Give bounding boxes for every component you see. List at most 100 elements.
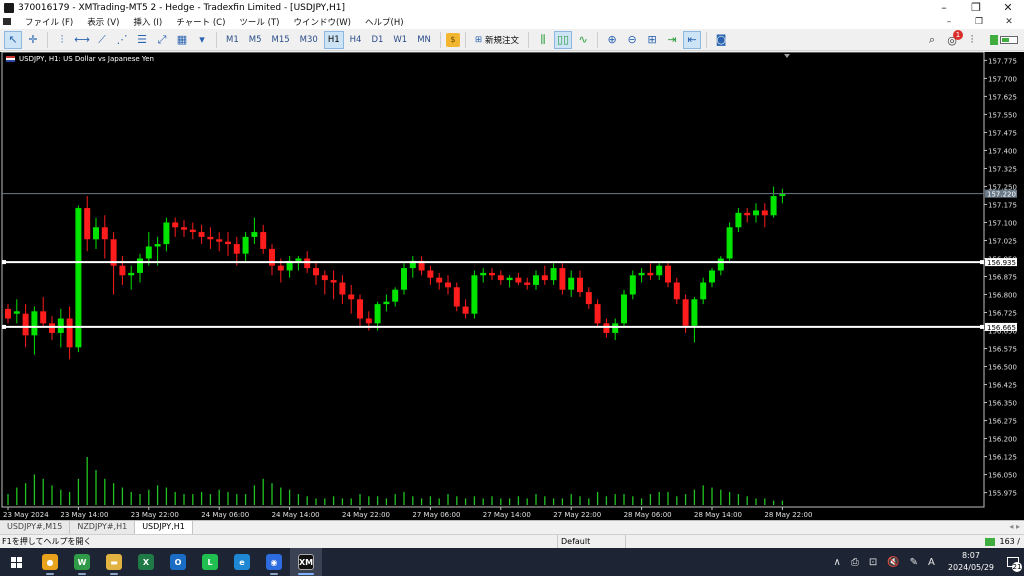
menu-bar: ファイル (F) 表示 (V) 挿入 (I) チャート (C) ツール (T) … bbox=[0, 15, 1024, 29]
tray-overflow-icon[interactable]: ∧ bbox=[828, 557, 845, 568]
ime-indicator[interactable]: A bbox=[923, 557, 940, 568]
fibonacci-icon[interactable]: ☰ bbox=[133, 31, 151, 49]
connection-icon bbox=[985, 537, 996, 546]
timeframe-m15[interactable]: M15 bbox=[268, 31, 294, 49]
menu-window[interactable]: ウインドウ(W) bbox=[286, 16, 358, 28]
candle-body bbox=[321, 275, 328, 281]
restore-button[interactable]: ❐ bbox=[960, 0, 992, 15]
timeframe-mn[interactable]: MN bbox=[413, 31, 435, 49]
notifications-icon[interactable]: ◎ 1 bbox=[943, 30, 963, 49]
zoom-out-icon[interactable]: ⊖ bbox=[623, 31, 641, 49]
timeframe-h1[interactable]: H1 bbox=[323, 30, 344, 49]
candle-body bbox=[119, 265, 126, 276]
candle-body bbox=[216, 239, 223, 242]
chrome-icon: ● bbox=[42, 554, 58, 570]
menu-view[interactable]: 表示 (V) bbox=[80, 16, 126, 28]
chart-close-button[interactable]: ✕ bbox=[994, 17, 1024, 27]
candle-body bbox=[295, 258, 302, 261]
candle-body bbox=[401, 268, 407, 290]
taskbar-app-explorer[interactable]: ▬ bbox=[98, 548, 130, 576]
horizontal-line-icon[interactable]: ⟷ bbox=[73, 31, 91, 49]
candlestick-chart-svg[interactable]: 157.775 157.700 157.625 157.550 157.475 157.4… bbox=[0, 52, 1024, 520]
chart-minimize-button[interactable]: – bbox=[934, 17, 964, 27]
timeframe-h4[interactable]: H4 bbox=[346, 31, 366, 49]
new-order-icon: ⊞ bbox=[474, 34, 483, 45]
app-menu-icon[interactable] bbox=[2, 17, 14, 27]
network-icon[interactable]: ⊡ bbox=[864, 557, 882, 568]
taskbar-app-chrome[interactable]: ● bbox=[34, 548, 66, 576]
level-handle-left bbox=[2, 324, 6, 329]
candle-body bbox=[612, 323, 619, 333]
candle-body bbox=[181, 227, 187, 230]
tile-windows-icon[interactable]: ⊞ bbox=[643, 31, 661, 49]
crosshair-tool-icon[interactable]: ✛ bbox=[24, 31, 42, 49]
explorer-icon: ▬ bbox=[106, 554, 122, 570]
chart-symbol-label: USDJPY, H1: US Dollar vs Japanese Yen bbox=[6, 55, 154, 63]
clock-time: 8:07 bbox=[961, 551, 980, 560]
chart-restore-button[interactable]: ❐ bbox=[964, 17, 994, 27]
candle-body bbox=[753, 210, 759, 216]
trendline-icon[interactable]: ⟋ bbox=[93, 31, 111, 49]
timeframe-w1[interactable]: W1 bbox=[389, 31, 411, 49]
us-flag-icon bbox=[6, 56, 15, 62]
candle-body bbox=[709, 270, 715, 283]
chart-shift-icon[interactable]: ⇤ bbox=[683, 30, 702, 49]
screenshot-icon[interactable]: ◙ bbox=[712, 31, 730, 49]
fibonacci-fan-icon[interactable]: ⤢ bbox=[153, 31, 171, 49]
tabs-scroll-icon[interactable]: ◂ ▸ bbox=[1009, 522, 1020, 531]
bar-chart-icon[interactable]: ⫼ bbox=[534, 31, 552, 49]
tab-usdjpy-h1[interactable]: USDJPY,H1 bbox=[135, 521, 193, 534]
taskbar-app-line[interactable]: L bbox=[194, 548, 226, 576]
price-tick-label: 157.400 bbox=[988, 147, 1017, 155]
timeframe-m30[interactable]: M30 bbox=[296, 31, 322, 49]
device-icon[interactable]: ⎙ bbox=[846, 557, 864, 568]
time-tick-label: 27 May 06:00 bbox=[412, 511, 460, 519]
status-profile[interactable]: Default bbox=[558, 534, 626, 549]
candle-body bbox=[585, 292, 592, 305]
candlestick-chart-icon[interactable]: ▯▯ bbox=[554, 30, 573, 49]
vertical-line-icon[interactable]: ⫶ bbox=[53, 31, 71, 49]
taskbar-app-edge[interactable]: e bbox=[226, 548, 258, 576]
timeframe-d1[interactable]: D1 bbox=[367, 31, 387, 49]
notification-center-button[interactable]: 21 bbox=[1002, 548, 1024, 576]
shapes-icon[interactable]: ▦ bbox=[173, 31, 191, 49]
candle-body bbox=[489, 272, 495, 276]
taskbar-app-outlook[interactable]: O bbox=[162, 548, 194, 576]
close-button[interactable]: ✕ bbox=[992, 0, 1024, 15]
taskbar-app-xm[interactable]: XM bbox=[290, 548, 322, 576]
candle-body bbox=[673, 282, 680, 300]
menu-insert[interactable]: 挿入 (I) bbox=[126, 16, 169, 28]
tab-usdjpy-m15[interactable]: USDJPY#,M15 bbox=[0, 521, 71, 534]
cursor-tool-icon[interactable]: ↖ bbox=[4, 30, 22, 49]
taskbar-app-excel[interactable]: X bbox=[130, 548, 162, 576]
one-click-icon[interactable]: ⫶ bbox=[963, 31, 981, 49]
candle-body bbox=[172, 222, 179, 228]
tab-nzdjpy-h1[interactable]: NZDJPY#,H1 bbox=[70, 521, 136, 534]
tools-dropdown-icon[interactable]: ▾ bbox=[193, 31, 211, 49]
candle-body bbox=[550, 268, 557, 281]
algo-trading-icon[interactable]: $ bbox=[445, 32, 460, 47]
menu-help[interactable]: ヘルプ(H) bbox=[358, 16, 411, 28]
menu-chart[interactable]: チャート (C) bbox=[169, 16, 232, 28]
timeframe-m5[interactable]: M5 bbox=[245, 31, 266, 49]
timeframe-m1[interactable]: M1 bbox=[222, 31, 243, 49]
search-icon[interactable]: ⌕ bbox=[923, 31, 941, 49]
pen-icon[interactable]: ✎ bbox=[905, 557, 923, 568]
edge-icon: e bbox=[234, 554, 250, 570]
taskbar-app-zoom[interactable]: ◉ bbox=[258, 548, 290, 576]
zoom-in-icon[interactable]: ⊕ bbox=[603, 31, 621, 49]
menu-tools[interactable]: ツール (T) bbox=[232, 16, 286, 28]
taskbar-app-word-style[interactable]: W bbox=[66, 548, 98, 576]
taskbar-clock[interactable]: 8:07 2024/05/29 bbox=[940, 550, 1002, 574]
menu-file[interactable]: ファイル (F) bbox=[18, 16, 80, 28]
minimize-button[interactable]: – bbox=[928, 0, 960, 15]
price-chart[interactable]: 157.775 157.700 157.625 157.550 157.475 157.4… bbox=[0, 52, 1024, 520]
auto-scroll-icon[interactable]: ⇥ bbox=[663, 31, 681, 49]
candle-body bbox=[198, 232, 205, 237]
start-button[interactable] bbox=[0, 548, 32, 576]
volume-muted-icon[interactable]: 🔇 bbox=[882, 557, 904, 568]
new-order-button[interactable]: ⊞ 新規注文 bbox=[471, 31, 523, 49]
line-chart-icon[interactable]: ∿ bbox=[574, 31, 592, 49]
equidistant-channel-icon[interactable]: ⋰ bbox=[113, 31, 131, 49]
candle-body bbox=[242, 236, 249, 254]
